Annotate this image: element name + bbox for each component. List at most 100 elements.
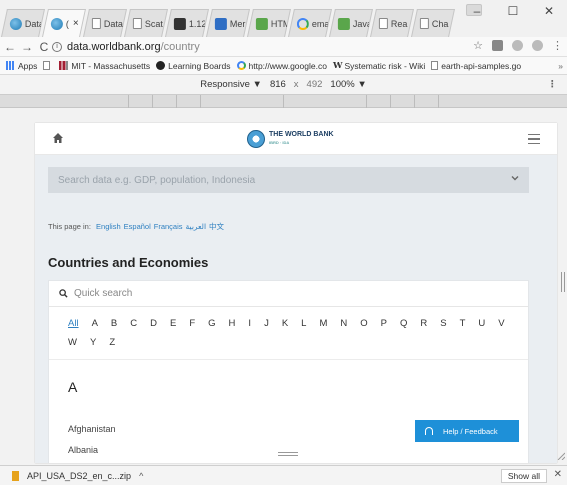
- language-link[interactable]: 中文: [209, 222, 224, 231]
- language-prefix: This page in:: [48, 222, 91, 231]
- language-link[interactable]: English: [96, 222, 121, 231]
- country-link[interactable]: Albania: [68, 445, 98, 455]
- bookmark-item[interactable]: http://www.google.co: [236, 60, 327, 71]
- ruler-tick: [152, 95, 153, 108]
- ruler-tick: [390, 95, 391, 108]
- bookmark-item[interactable]: W Systematic risk - Wiki: [333, 61, 425, 71]
- alphabet-letter[interactable]: E: [170, 314, 176, 333]
- extension-icon[interactable]: [492, 40, 503, 51]
- browser-menu-icon[interactable]: ⋮: [552, 39, 563, 52]
- alphabet-letter[interactable]: G: [208, 314, 215, 333]
- alphabet-letter[interactable]: M: [319, 314, 327, 333]
- alphabet-letter[interactable]: J: [264, 314, 269, 333]
- bookmark-item[interactable]: [43, 61, 53, 71]
- forward-button[interactable]: →: [20, 40, 34, 54]
- bookmark-star-icon[interactable]: ☆: [473, 39, 483, 52]
- chevron-down-icon[interactable]: [511, 174, 519, 182]
- data-search-input[interactable]: Search data e.g. GDP, population, Indone…: [48, 167, 529, 193]
- tab-label: ema: [311, 18, 328, 29]
- alphabet-letter[interactable]: Y: [90, 333, 96, 352]
- mit-icon: [59, 61, 69, 70]
- show-all-downloads-button[interactable]: Show all: [500, 469, 547, 483]
- tab-2[interactable]: Data: [83, 9, 127, 37]
- language-link[interactable]: Français: [154, 222, 183, 231]
- tab-3[interactable]: Scat: [124, 9, 168, 37]
- alphabet-letter[interactable]: All: [68, 314, 79, 333]
- tab-label: HTM: [270, 18, 287, 29]
- tab-5[interactable]: Mer: [206, 9, 250, 37]
- tab-6[interactable]: HTM: [247, 9, 291, 37]
- alphabet-letter[interactable]: D: [150, 314, 157, 333]
- close-download-bar-button[interactable]: ✕: [554, 469, 562, 480]
- alphabet-letter[interactable]: T: [460, 314, 466, 333]
- tab-10[interactable]: Cha: [411, 9, 455, 37]
- alphabet-letter[interactable]: Q: [400, 314, 407, 333]
- language-link[interactable]: Español: [124, 222, 151, 231]
- home-icon[interactable]: [52, 132, 64, 144]
- zoom-select[interactable]: 100% ▼: [330, 79, 366, 90]
- alphabet-letter[interactable]: R: [420, 314, 427, 333]
- tab-close-icon[interactable]: ×: [73, 18, 79, 29]
- page-viewport: THE WORLD BANK IBRD · IDA Search data e.…: [0, 108, 567, 465]
- alphabet-letter[interactable]: K: [282, 314, 288, 333]
- alphabet-letter[interactable]: V: [498, 314, 504, 333]
- resize-corner-icon[interactable]: [557, 452, 565, 460]
- address-bar-actions: ☆ ⋮: [473, 39, 563, 52]
- alphabet-letter[interactable]: U: [478, 314, 485, 333]
- bookmark-item[interactable]: MIT - Massachusetts: [59, 61, 150, 71]
- download-options-chevron-icon[interactable]: ^: [139, 471, 143, 481]
- bookmarks-overflow-button[interactable]: »: [558, 61, 563, 71]
- quick-search-input[interactable]: Quick search: [49, 281, 528, 307]
- alphabet-letter[interactable]: C: [130, 314, 137, 333]
- viewport-width-input[interactable]: 816: [270, 79, 286, 90]
- alphabet-letter[interactable]: B: [111, 314, 117, 333]
- world-bank-logo[interactable]: THE WORLD BANK IBRD · IDA: [247, 129, 334, 149]
- extension-icon[interactable]: [512, 40, 523, 51]
- extension-icon[interactable]: [532, 40, 543, 51]
- resize-handle-bottom[interactable]: [278, 452, 298, 456]
- alphabet-letter[interactable]: F: [189, 314, 195, 333]
- alphabet-letter[interactable]: L: [301, 314, 306, 333]
- tab-content: (×: [46, 10, 82, 37]
- doc-icon: [132, 18, 142, 29]
- alphabet-letter[interactable]: N: [340, 314, 347, 333]
- tab-4[interactable]: 1.12: [165, 9, 209, 37]
- alphabet-letter[interactable]: H: [229, 314, 236, 333]
- media-query-ruler[interactable]: [0, 95, 567, 108]
- alphabet-letter[interactable]: I: [248, 314, 251, 333]
- apps-icon: [6, 61, 15, 70]
- alphabet-letter[interactable]: Z: [109, 333, 115, 352]
- maximize-button[interactable]: ☐: [495, 0, 531, 22]
- back-button[interactable]: ←: [3, 40, 17, 54]
- device-toolbar-menu-icon[interactable]: ⋮: [548, 79, 558, 90]
- tab-1[interactable]: (×: [42, 9, 86, 37]
- doc-icon: [378, 18, 388, 29]
- bookmark-item[interactable]: Learning Boards: [156, 61, 231, 71]
- bookmark-item[interactable]: earth-api-samples.go: [431, 61, 521, 71]
- language-link[interactable]: العربية: [186, 222, 207, 231]
- viewport-height-input[interactable]: 492: [307, 79, 323, 90]
- alphabet-letter[interactable]: W: [68, 333, 77, 352]
- alphabet-letter[interactable]: P: [381, 314, 387, 333]
- reload-button[interactable]: C: [37, 40, 51, 54]
- help-feedback-label: Help / Feedback: [443, 426, 498, 436]
- resize-handle-right[interactable]: [561, 272, 565, 292]
- url-input[interactable]: i data.worldbank.org/country: [52, 39, 487, 55]
- tab-7[interactable]: ema: [288, 9, 332, 37]
- hamburger-menu-icon[interactable]: [528, 134, 540, 144]
- bookmark-item[interactable]: Apps: [6, 61, 37, 71]
- country-link[interactable]: Afghanistan: [68, 424, 116, 434]
- download-filename[interactable]: API_USA_DS2_en_c...zip: [27, 471, 131, 481]
- bookmark-label: http://www.google.co: [248, 60, 327, 71]
- help-feedback-button[interactable]: Help / Feedback: [415, 420, 519, 442]
- info-icon[interactable]: i: [52, 42, 62, 52]
- alphabet-letter[interactable]: A: [92, 314, 98, 333]
- tab-8[interactable]: Java: [329, 9, 373, 37]
- minimize-button[interactable]: –: [459, 0, 495, 22]
- tab-0[interactable]: Data: [1, 9, 45, 37]
- close-window-button[interactable]: ✕: [531, 0, 567, 22]
- alphabet-letter[interactable]: O: [360, 314, 367, 333]
- alphabet-letter[interactable]: S: [440, 314, 446, 333]
- tab-9[interactable]: Rea: [370, 9, 414, 37]
- device-mode-select[interactable]: Responsive ▼: [200, 79, 262, 90]
